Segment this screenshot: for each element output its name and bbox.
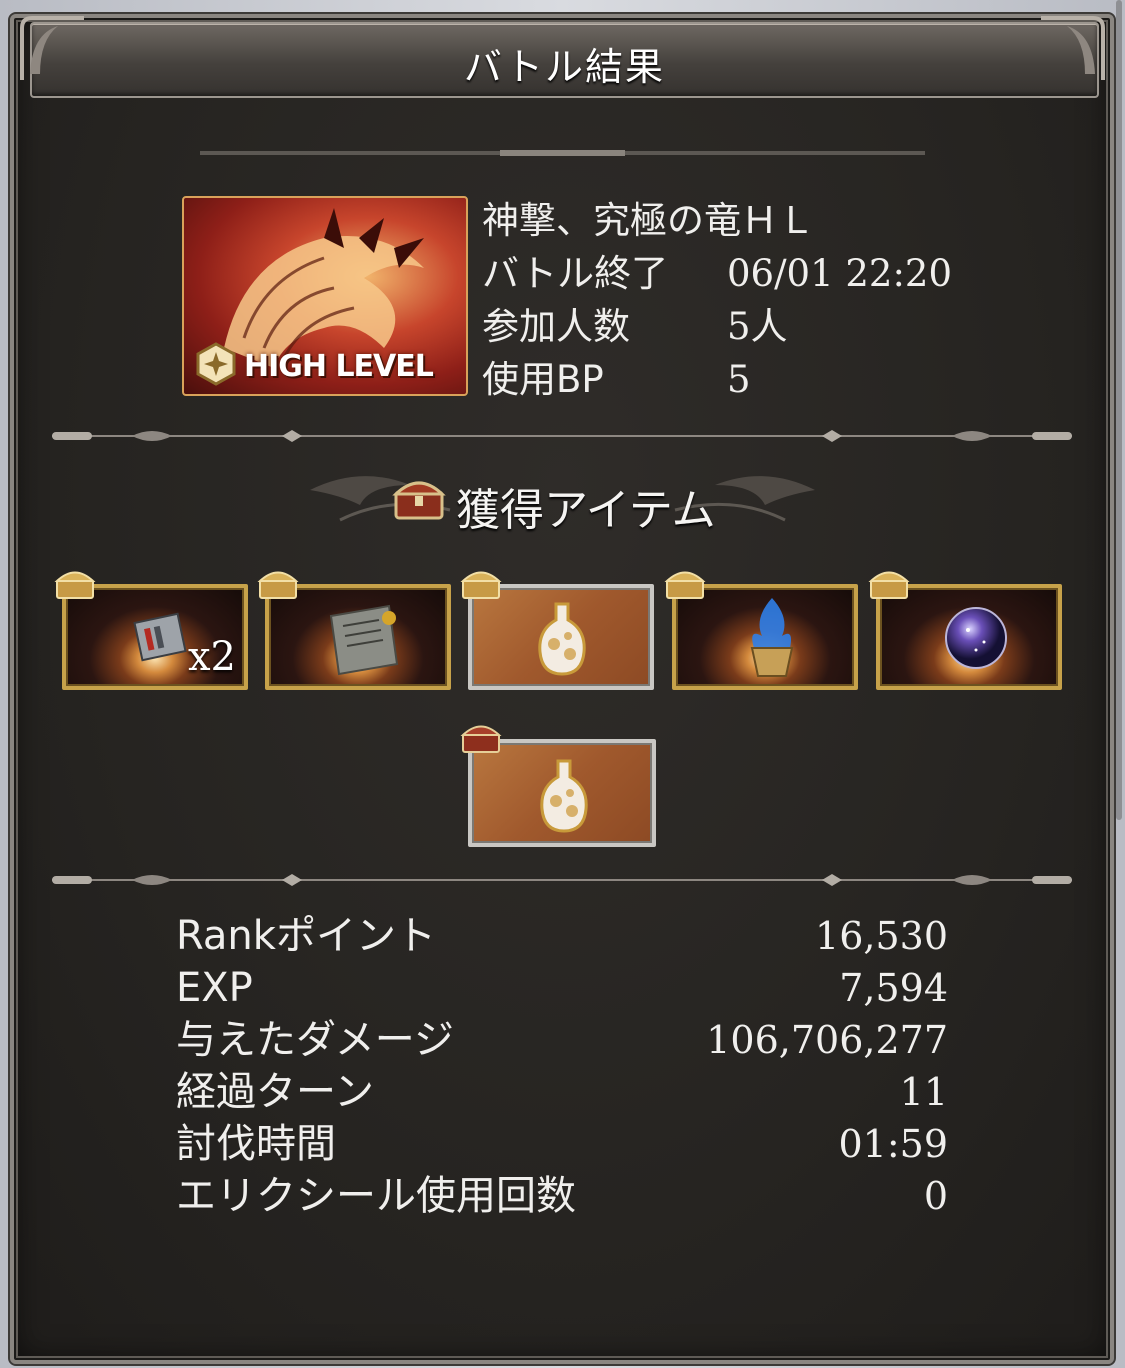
steel-card-icon [133, 612, 187, 662]
scroll-icon [329, 604, 399, 676]
stat-label: 与えたダメージ [176, 1017, 454, 1063]
stat-row: EXP 7,594 [176, 962, 948, 1014]
gold-chest-icon [257, 571, 299, 599]
info-label: 参加人数 [482, 305, 630, 348]
section-divider [52, 874, 1072, 886]
info-value: 5人 [727, 305, 788, 348]
items-heading: 獲得アイテム [300, 460, 825, 540]
potion-bottle-icon [538, 602, 586, 676]
stat-row: 与えたダメージ 106,706,277 [176, 1014, 948, 1066]
info-value: 06/01 22:20 [727, 252, 953, 295]
info-row-participants: 参加人数 5人 [482, 300, 952, 353]
stat-label: EXP [176, 965, 253, 1011]
info-label: バトル終了 [482, 252, 669, 295]
stat-label: エリクシール使用回数 [176, 1173, 576, 1219]
stat-label: Rankポイント [176, 913, 436, 959]
potion-bottle-icon [540, 759, 588, 833]
stat-row: 討伐時間 01:59 [176, 1118, 948, 1170]
red-chest-icon [460, 725, 502, 753]
blue-flame-urn-icon [750, 598, 794, 677]
boss-banner: HIGH LEVEL [182, 196, 468, 396]
gold-chest-icon [54, 571, 96, 599]
stat-row: エリクシール使用回数 0 [176, 1170, 948, 1222]
gold-chest-icon [868, 571, 910, 599]
battle-info: 神撃、究極の竜ＨＬ バトル終了 06/01 22:20 参加人数 5人 使用BP… [482, 194, 952, 406]
stat-value: 106,706,277 [706, 1018, 948, 1062]
stat-value: 0 [923, 1174, 948, 1218]
treasure-chest-icon [392, 481, 446, 520]
high-level-badge: HIGH LEVEL [244, 349, 434, 384]
items-heading-label: 獲得アイテム [456, 485, 716, 536]
quest-name: 神撃、究極の竜ＨＬ [482, 199, 815, 242]
info-value: 5 [727, 358, 751, 401]
stat-row: Rankポイント 16,530 [176, 910, 948, 962]
section-divider [52, 430, 1072, 442]
corner-ornament-icon [1041, 16, 1105, 80]
stat-label: 経過ターン [176, 1069, 374, 1115]
result-stats: Rankポイント 16,530 EXP 7,594 与えたダメージ 106,706,2… [176, 910, 948, 1222]
info-row-quest: 神撃、究極の竜ＨＬ [482, 194, 952, 247]
gold-chest-icon [460, 571, 502, 599]
stat-value: 16,530 [815, 914, 948, 958]
galaxy-orb-icon [945, 607, 1007, 669]
stat-value: 01:59 [838, 1122, 948, 1166]
item-quantity: x2 [187, 634, 236, 680]
info-row-end-time: バトル終了 06/01 22:20 [482, 247, 952, 300]
info-row-bp: 使用BP 5 [482, 353, 952, 406]
scrollbar[interactable] [1116, 0, 1122, 820]
gold-chest-icon [664, 571, 706, 599]
corner-ornament-icon [20, 16, 84, 80]
high-level-star-icon [196, 342, 236, 386]
stat-value: 7,594 [839, 966, 948, 1010]
item-tile[interactable] [468, 739, 656, 847]
info-label: 使用BP [482, 358, 604, 401]
header-bar: バトル結果 [30, 22, 1099, 98]
page-title: バトル結果 [463, 45, 666, 89]
stat-value: 11 [899, 1070, 948, 1114]
stat-label: 討伐時間 [176, 1121, 336, 1167]
stat-row: 経過ターン 11 [176, 1066, 948, 1118]
header-divider [200, 150, 925, 156]
